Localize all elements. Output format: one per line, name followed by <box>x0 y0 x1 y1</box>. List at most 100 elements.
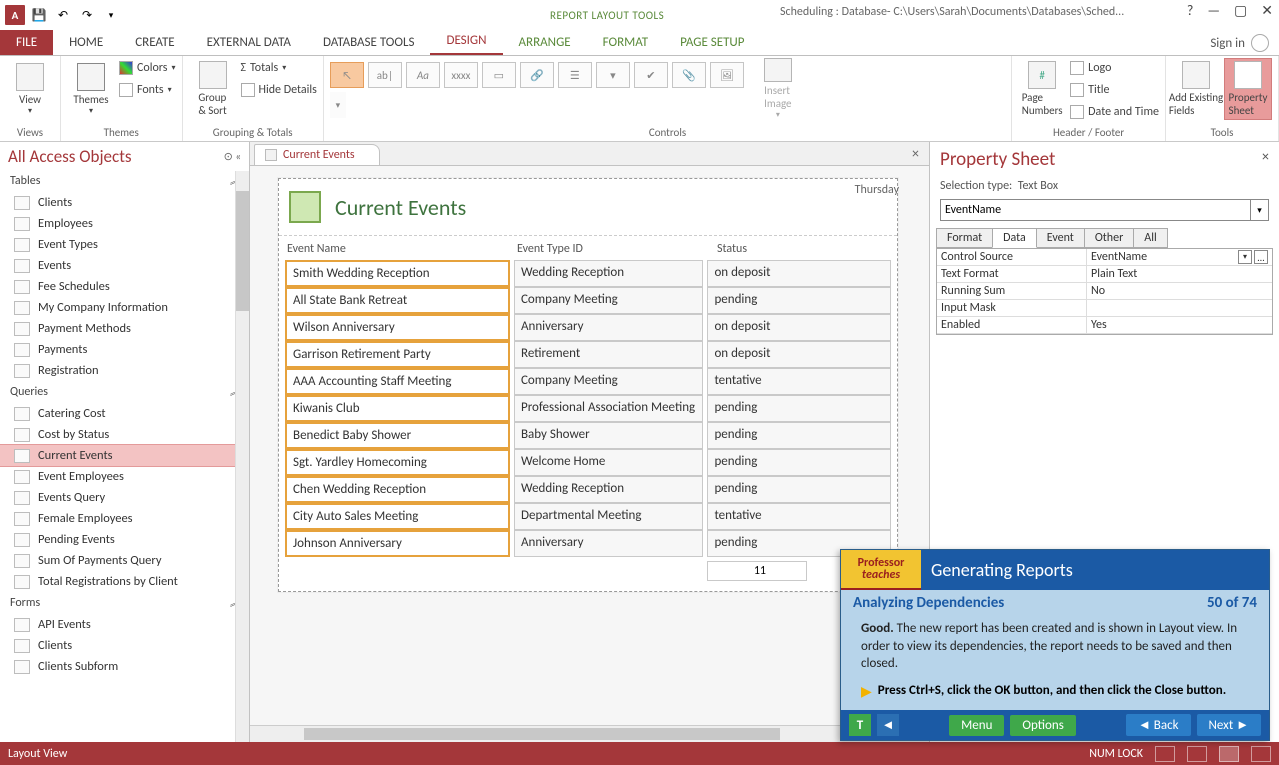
col-event-type[interactable]: Event Type ID <box>517 242 717 256</box>
colors-button[interactable]: Colors ▾ <box>119 58 176 78</box>
property-tab-format[interactable]: Format <box>936 228 993 248</box>
cell-event-name[interactable]: All State Bank Retreat <box>285 287 510 314</box>
redo-icon[interactable]: ↷ <box>76 4 98 26</box>
nav-item[interactable]: My Company Information <box>0 297 249 318</box>
controls-more[interactable]: ▾ <box>330 92 346 118</box>
cell-event-type[interactable]: Welcome Home <box>514 449 703 476</box>
cell-status[interactable]: pending <box>707 476 891 503</box>
tab-design[interactable]: DESIGN <box>430 28 502 55</box>
view-report-icon[interactable] <box>1155 746 1175 762</box>
nav-item[interactable]: API Events <box>0 614 249 635</box>
control-check[interactable]: ✔ <box>634 62 668 88</box>
nav-item[interactable]: Sum Of Payments Query <box>0 550 249 571</box>
group-sort-button[interactable]: Group & Sort <box>189 58 237 120</box>
cell-event-type[interactable]: Baby Shower <box>514 422 703 449</box>
cell-status[interactable]: on deposit <box>707 341 891 368</box>
document-tab-close[interactable]: × <box>912 145 919 165</box>
cell-status[interactable]: tentative <box>707 368 891 395</box>
cell-status[interactable]: on deposit <box>707 260 891 287</box>
nav-search-icon[interactable]: ⊙ « <box>224 150 241 163</box>
control-combo[interactable]: ▾ <box>596 62 630 88</box>
property-sheet-button[interactable]: Property Sheet <box>1224 58 1272 120</box>
doc-hscrollbar[interactable] <box>250 725 929 742</box>
property-row[interactable]: EnabledYes <box>937 317 1272 334</box>
cell-event-type[interactable]: Anniversary <box>514 314 703 341</box>
nav-item[interactable]: Catering Cost <box>0 403 249 424</box>
report-title[interactable]: Current Events <box>335 194 466 221</box>
nav-item[interactable]: Clients <box>0 192 249 213</box>
nav-item[interactable]: Payment Methods <box>0 318 249 339</box>
nav-item[interactable]: Employees <box>0 213 249 234</box>
page-numbers-button[interactable]: #Page Numbers <box>1018 58 1066 120</box>
nav-item[interactable]: Payments <box>0 339 249 360</box>
insert-image-button[interactable]: Insert Image▾ <box>754 58 802 120</box>
nav-item[interactable]: Events <box>0 255 249 276</box>
control-image[interactable]: 🖼 <box>710 62 744 88</box>
save-icon[interactable]: 💾 <box>28 4 50 26</box>
cell-event-name[interactable]: Sgt. Yardley Homecoming <box>285 449 510 476</box>
tutorial-menu-button[interactable]: Menu <box>949 715 1004 736</box>
report-logo-icon[interactable] <box>289 191 321 223</box>
tab-format[interactable]: FORMAT <box>587 30 664 55</box>
property-object-input[interactable] <box>940 199 1251 221</box>
cell-event-name[interactable]: Kiwanis Club <box>285 395 510 422</box>
control-attach[interactable]: 📎 <box>672 62 706 88</box>
nav-item[interactable]: Fee Schedules <box>0 276 249 297</box>
property-value[interactable]: Yes <box>1087 317 1272 333</box>
totals-button[interactable]: ΣTotals ▾ <box>241 58 317 78</box>
nav-item[interactable]: Pending Events <box>0 529 249 550</box>
nav-item[interactable]: Total Registrations by Client <box>0 571 249 592</box>
help-icon[interactable]: ? <box>1187 2 1194 19</box>
property-row[interactable]: Running SumNo <box>937 283 1272 300</box>
tutorial-back-button[interactable]: ◄ Back <box>1126 714 1191 736</box>
control-textbox[interactable]: ab| <box>368 62 402 88</box>
view-layout-icon[interactable] <box>1219 746 1239 762</box>
nav-item[interactable]: Clients <box>0 635 249 656</box>
title-button[interactable]: Title <box>1070 80 1159 100</box>
property-value[interactable]: Plain Text <box>1087 266 1272 282</box>
control-select[interactable]: ↖ <box>330 62 364 88</box>
nav-item[interactable]: Current Events <box>0 445 249 466</box>
property-row[interactable]: Control SourceEventName▾… <box>937 249 1272 266</box>
document-tab-current-events[interactable]: Current Events <box>254 144 380 165</box>
fonts-button[interactable]: Fonts ▾ <box>119 80 176 100</box>
property-value[interactable]: EventName▾… <box>1087 249 1272 265</box>
nav-item[interactable]: Event Types <box>0 234 249 255</box>
property-tab-other[interactable]: Other <box>1084 228 1134 248</box>
property-tab-all[interactable]: All <box>1133 228 1167 248</box>
tutorial-prev-button[interactable]: ◄ <box>877 714 899 736</box>
cell-event-name[interactable]: AAA Accounting Staff Meeting <box>285 368 510 395</box>
cell-event-name[interactable]: Johnson Anniversary <box>285 530 510 557</box>
nav-item[interactable]: Registration <box>0 360 249 381</box>
cell-event-name[interactable]: Chen Wedding Reception <box>285 476 510 503</box>
report-count[interactable]: 11 <box>707 561 807 581</box>
property-tab-data[interactable]: Data <box>992 228 1037 248</box>
nav-item[interactable]: Female Employees <box>0 508 249 529</box>
control-hyperlink[interactable]: 🔗 <box>520 62 554 88</box>
property-tab-event[interactable]: Event <box>1036 228 1085 248</box>
cell-event-name[interactable]: City Auto Sales Meeting <box>285 503 510 530</box>
property-object-selector[interactable]: ▾ <box>940 199 1269 221</box>
view-print-preview-icon[interactable] <box>1187 746 1207 762</box>
control-label[interactable]: Aa <box>406 62 440 88</box>
cell-event-type[interactable]: Company Meeting <box>514 287 703 314</box>
nav-group-header-tables[interactable]: Tables︽ <box>0 171 249 191</box>
tutorial-options-button[interactable]: Options <box>1010 715 1075 736</box>
restore-icon[interactable]: ▢ <box>1234 2 1247 19</box>
qat-customize-icon[interactable]: ▾ <box>100 4 122 26</box>
nav-scrollbar[interactable] <box>235 171 249 742</box>
control-button[interactable]: xxxx <box>444 62 478 88</box>
tab-create[interactable]: CREATE <box>119 30 190 55</box>
cell-event-name[interactable]: Wilson Anniversary <box>285 314 510 341</box>
cell-event-type[interactable]: Company Meeting <box>514 368 703 395</box>
add-existing-fields-button[interactable]: Add Existing Fields <box>1172 58 1220 120</box>
control-nav[interactable]: ☰ <box>558 62 592 88</box>
nav-item[interactable]: Clients Subform <box>0 656 249 677</box>
cell-status[interactable]: tentative <box>707 503 891 530</box>
property-row[interactable]: Input Mask <box>937 300 1272 317</box>
date-time-button[interactable]: Date and Time <box>1070 102 1159 122</box>
cell-event-type[interactable]: Departmental Meeting <box>514 503 703 530</box>
tab-arrange[interactable]: ARRANGE <box>503 30 587 55</box>
cell-event-type[interactable]: Retirement <box>514 341 703 368</box>
close-window-icon[interactable]: ✕ <box>1261 2 1273 19</box>
